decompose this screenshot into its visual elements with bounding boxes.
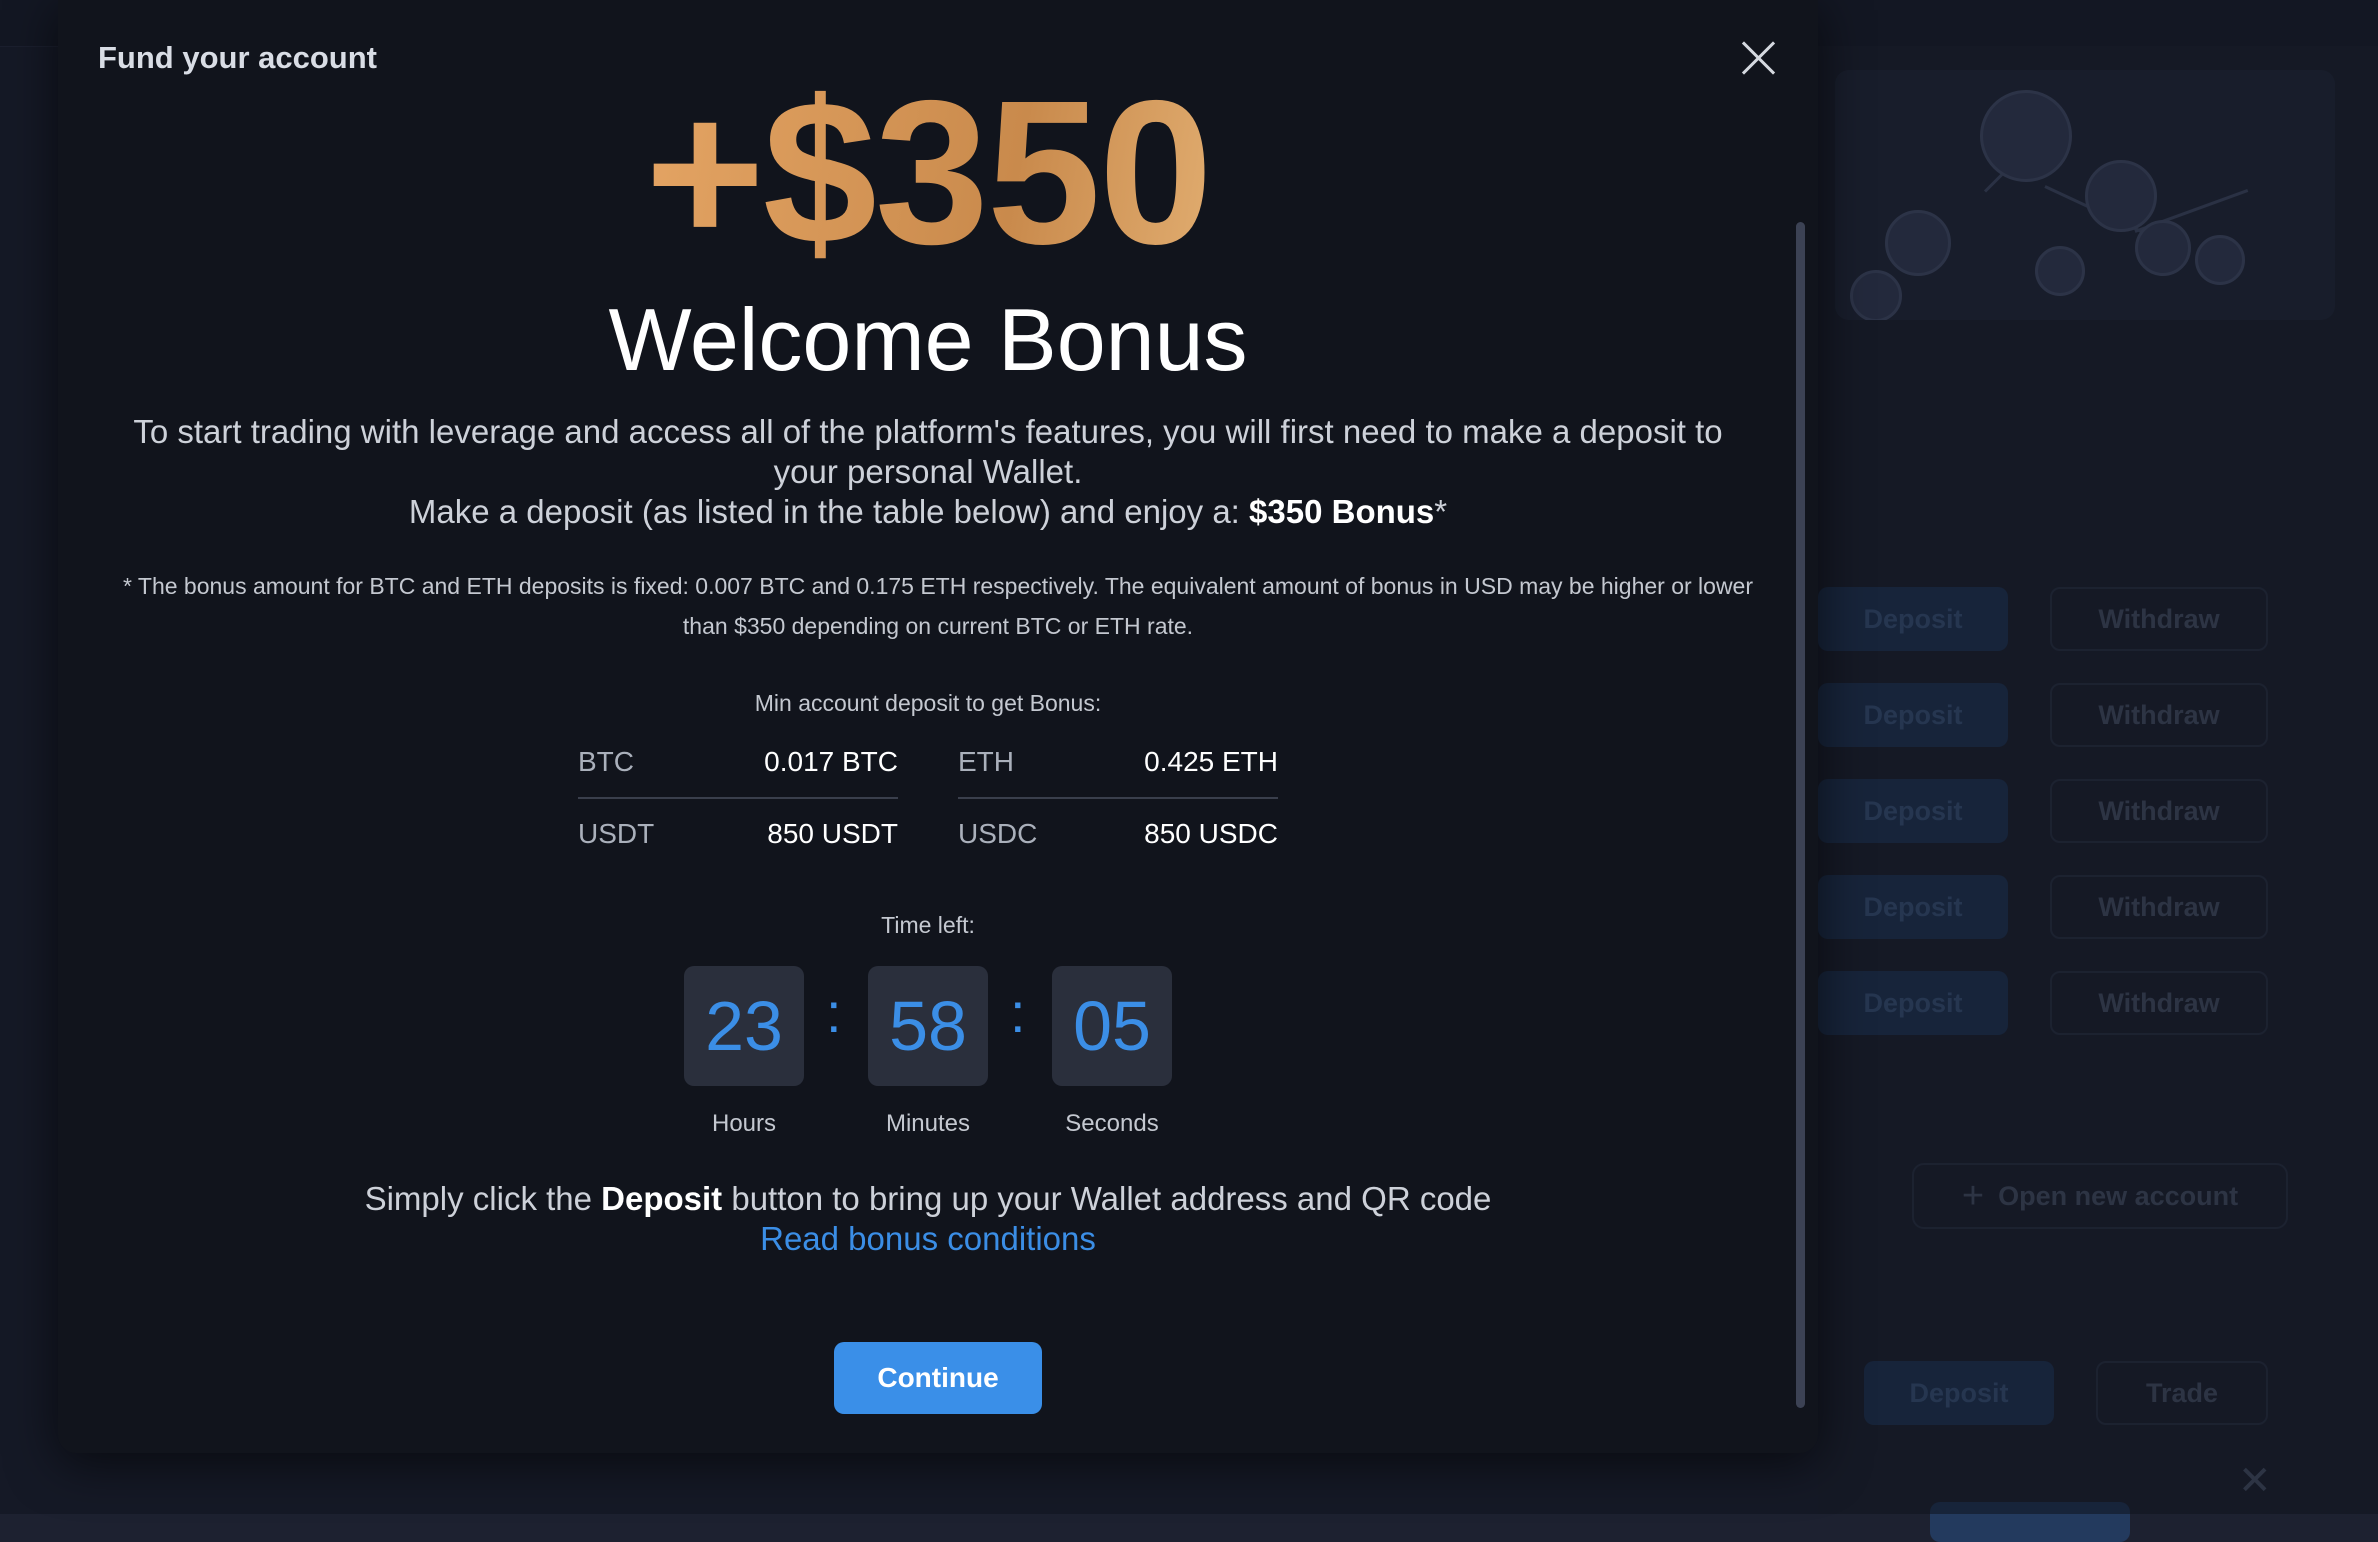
instruction-prefix: Simply click the xyxy=(364,1180,602,1217)
timer-seconds: 05 xyxy=(1052,966,1172,1086)
currency-amount: 850 USDT xyxy=(767,818,898,849)
timer-hours: 23 xyxy=(684,966,804,1086)
min-deposit-label: Min account deposit to get Bonus: xyxy=(754,690,1102,716)
currency-name: BTC xyxy=(578,746,634,777)
currency-name: ETH xyxy=(958,746,1014,777)
fund-account-modal: Fund your account +$350 Welcome Bonus To… xyxy=(58,0,1818,1453)
currency-name: USDC xyxy=(958,818,1038,849)
read-bonus-conditions-link[interactable]: Read bonus conditions xyxy=(58,1220,1798,1258)
deposit-instruction: Simply click the Deposit button to bring… xyxy=(58,1180,1798,1218)
timer-minutes-label: Minutes xyxy=(885,1110,971,1137)
welcome-headline: Welcome Bonus xyxy=(608,290,1248,389)
timer-seconds-label: Seconds xyxy=(1065,1110,1159,1137)
description-line-1: To start trading with leverage and acces… xyxy=(133,413,1723,490)
deposit-row-usdt: USDT 850 USDT xyxy=(578,799,898,869)
timer-separator: : xyxy=(1010,981,1026,1044)
time-left-label: Time left: xyxy=(881,912,975,938)
description-asterisk: * xyxy=(1434,493,1448,530)
currency-amount: 850 USDC xyxy=(1144,818,1278,849)
bonus-description: To start trading with leverage and acces… xyxy=(128,412,1728,532)
deposit-row-usdc: USDC 850 USDC xyxy=(958,799,1278,869)
instruction-suffix: button to bring up your Wallet address a… xyxy=(722,1180,1492,1217)
timer-separator: : xyxy=(826,981,842,1044)
deposit-row-eth: ETH 0.425 ETH xyxy=(958,727,1278,797)
timer-minutes: 58 xyxy=(868,966,988,1086)
bonus-amount: +$350 xyxy=(58,70,1798,275)
fine-print: * The bonus amount for BTC and ETH depos… xyxy=(122,573,1754,639)
description-prefix: Make a deposit (as listed in the table b… xyxy=(408,493,1250,530)
currency-amount: 0.425 ETH xyxy=(1144,746,1278,777)
continue-button[interactable]: Continue xyxy=(834,1342,1042,1414)
instruction-deposit-word: Deposit xyxy=(601,1180,723,1217)
description-line-2: Make a deposit (as listed in the table b… xyxy=(128,492,1728,532)
currency-amount: 0.017 BTC xyxy=(764,746,898,777)
currency-name: USDT xyxy=(578,818,655,849)
timer-hours-label: Hours xyxy=(711,1110,777,1137)
description-bonus: $350 Bonus xyxy=(1249,493,1435,530)
deposit-row-btc: BTC 0.017 BTC xyxy=(578,727,898,797)
